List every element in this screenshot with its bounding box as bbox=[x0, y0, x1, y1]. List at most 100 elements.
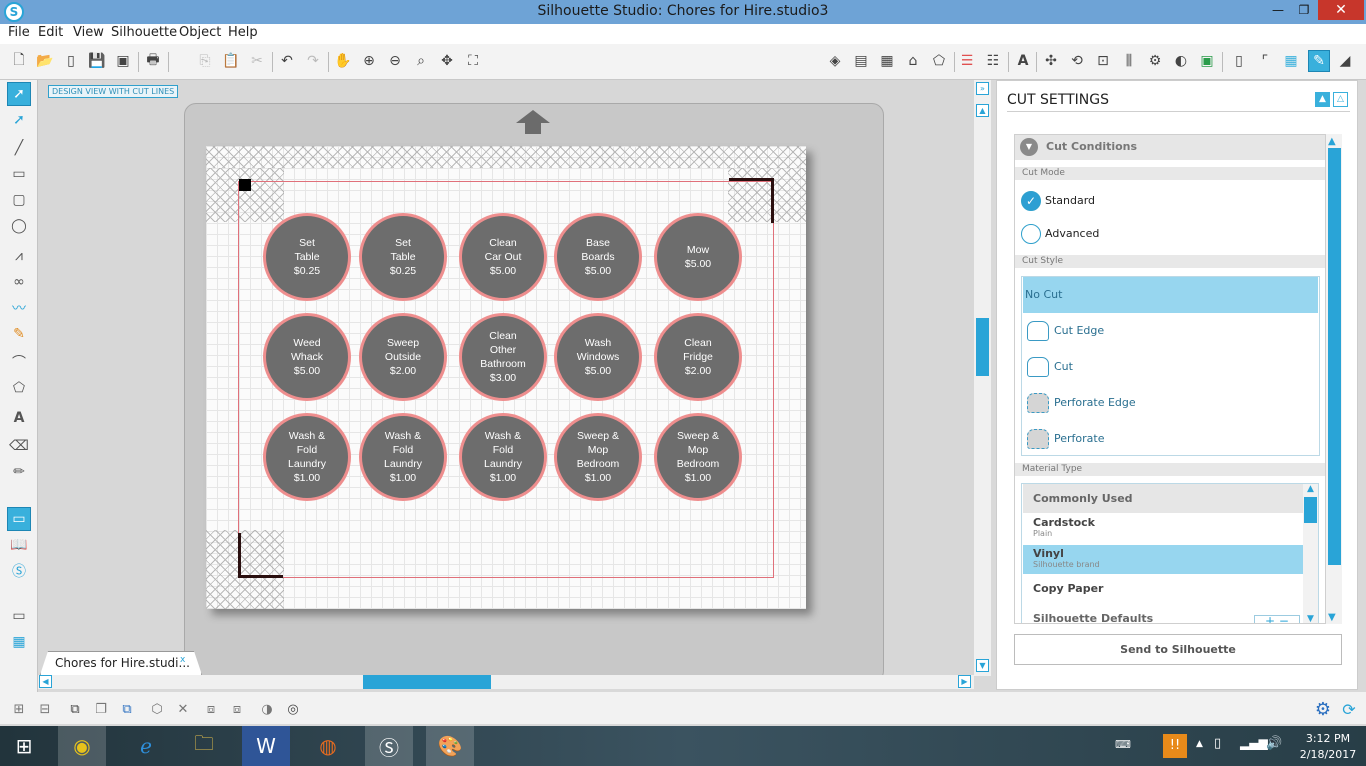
ungroup-icon[interactable]: ⊟ bbox=[34, 698, 56, 720]
chore-circle[interactable]: Wash & Fold Laundry $1.00 bbox=[459, 413, 547, 501]
paste-icon[interactable]: 📋 bbox=[220, 50, 242, 72]
chore-circle[interactable]: Wash & Fold Laundry $1.00 bbox=[263, 413, 351, 501]
collapse-section-icon[interactable]: ▼ bbox=[1020, 138, 1038, 156]
chore-circle[interactable]: Sweep & Mop Bedroom $1.00 bbox=[554, 413, 642, 501]
chore-circle[interactable]: Weed Whack $5.00 bbox=[263, 313, 351, 401]
material-vinyl[interactable]: Vinyl Silhouette brand bbox=[1023, 545, 1303, 574]
volume-icon[interactable]: 🔊 bbox=[1266, 736, 1282, 751]
cut-settings-scrollbar[interactable]: ▲ ▼ bbox=[1326, 134, 1342, 624]
scroll-up-arrow-icon[interactable]: ▲ bbox=[976, 104, 989, 117]
panel-float-icon[interactable]: △ bbox=[1333, 92, 1348, 107]
scroll-right-arrow-icon[interactable]: ▶ bbox=[958, 675, 971, 688]
advanced-mode-label[interactable]: Advanced bbox=[1045, 227, 1099, 240]
group-icon[interactable]: ⊞ bbox=[8, 698, 30, 720]
split-view-icon[interactable]: ▦ bbox=[7, 630, 31, 654]
registration-marks-icon[interactable]: ⌜ bbox=[1254, 50, 1276, 72]
sync-icon[interactable]: ⟳ bbox=[1338, 698, 1360, 720]
concentric-icon[interactable]: ◎ bbox=[282, 698, 304, 720]
copy-icon[interactable]: ⎘ bbox=[194, 50, 216, 72]
send-icon[interactable]: ◢ bbox=[1334, 50, 1356, 72]
horizontal-scrollbar[interactable]: ◀ ▶ bbox=[38, 675, 974, 689]
add-remove-material-icon[interactable]: + − bbox=[1254, 615, 1300, 623]
polygon-tool-icon[interactable]: ⩘ bbox=[7, 244, 31, 268]
notification-app-icon[interactable]: !! bbox=[1163, 734, 1187, 758]
open-folder-icon[interactable]: 📂 bbox=[34, 50, 56, 72]
rectangle-tool-icon[interactable]: ▭ bbox=[7, 162, 31, 186]
text-tool-icon[interactable]: A bbox=[7, 406, 31, 430]
line-style-icon[interactable]: ⬠ bbox=[928, 50, 950, 72]
material-scroll-thumb[interactable] bbox=[1304, 497, 1317, 523]
menu-view[interactable]: View bbox=[73, 25, 104, 40]
drag-zoom-icon[interactable]: ✥ bbox=[436, 50, 458, 72]
material-scroll-up-icon[interactable]: ▲ bbox=[1304, 484, 1317, 496]
scroll-down-arrow-icon[interactable]: ▼ bbox=[976, 659, 989, 672]
select-arrow-icon[interactable]: ➚ bbox=[7, 82, 31, 106]
grid-icon[interactable]: ▦ bbox=[1280, 50, 1302, 72]
zoom-selection-icon[interactable]: ⌕ bbox=[410, 50, 432, 72]
file-explorer-icon[interactable]: 🗀 bbox=[180, 726, 228, 766]
modify-icon[interactable]: ◐ bbox=[1170, 50, 1192, 72]
pencil-tool-icon[interactable]: ✎ bbox=[7, 322, 31, 346]
keyboard-icon[interactable]: ⌨ bbox=[1115, 738, 1131, 751]
pentagon-tool-icon[interactable]: ⬠ bbox=[7, 376, 31, 400]
library-book-icon[interactable]: 📖 bbox=[7, 533, 31, 557]
chore-circle[interactable]: Wash & Fold Laundry $1.00 bbox=[359, 413, 447, 501]
knife-tool-icon[interactable]: ✏ bbox=[7, 460, 31, 484]
word-icon[interactable]: W bbox=[242, 726, 290, 766]
vertical-scroll-thumb[interactable] bbox=[976, 318, 989, 376]
release-compound-icon[interactable]: ❐ bbox=[90, 698, 112, 720]
chore-circle[interactable]: Set Table $0.25 bbox=[263, 213, 351, 301]
menu-silhouette[interactable]: Silhouette bbox=[111, 25, 177, 40]
cut-scissors-icon[interactable]: ✂ bbox=[246, 50, 268, 72]
maximize-button[interactable]: ❐ bbox=[1290, 0, 1318, 20]
settings-scroll-down-icon[interactable]: ▼ bbox=[1328, 612, 1336, 623]
internet-explorer-icon[interactable]: ℯ bbox=[122, 726, 170, 766]
print-icon[interactable]: 🖶 bbox=[142, 50, 164, 72]
cut-style-cut[interactable]: Cut bbox=[1023, 349, 1318, 385]
chore-circle[interactable]: Set Table $0.25 bbox=[359, 213, 447, 301]
zoom-out-icon[interactable]: ⊖ bbox=[384, 50, 406, 72]
line-tool-icon[interactable]: ╱ bbox=[7, 136, 31, 160]
menu-help[interactable]: Help bbox=[228, 25, 258, 40]
material-cardstock[interactable]: Cardstock Plain bbox=[1023, 516, 1303, 544]
replicate-icon[interactable]: ⚙ bbox=[1144, 50, 1166, 72]
fit-to-window-icon[interactable]: ⛶ bbox=[462, 50, 484, 72]
rounded-rectangle-tool-icon[interactable]: ▢ bbox=[7, 188, 31, 212]
paint-icon[interactable]: 🎨 bbox=[426, 726, 474, 766]
shapes-icon[interactable]: ◑ bbox=[256, 698, 278, 720]
menu-object[interactable]: Object bbox=[179, 25, 221, 40]
scale-icon[interactable]: ⊡ bbox=[1092, 50, 1114, 72]
rotate-icon[interactable]: ⟲ bbox=[1066, 50, 1088, 72]
document-tab-close-icon[interactable]: x bbox=[180, 655, 185, 665]
fill-pattern-icon[interactable]: ▦ bbox=[876, 50, 898, 72]
chore-circle[interactable]: Sweep Outside $2.00 bbox=[359, 313, 447, 401]
chrome-icon[interactable]: ◉ bbox=[58, 726, 106, 766]
undo-icon[interactable]: ↶ bbox=[276, 50, 298, 72]
minimize-button[interactable]: — bbox=[1264, 0, 1292, 20]
ellipse-tool-icon[interactable]: ◯ bbox=[7, 214, 31, 238]
silhouette-store-icon[interactable]: Ⓢ bbox=[7, 559, 31, 583]
bring-forward-icon[interactable]: ⧈ bbox=[200, 698, 222, 720]
delete-icon[interactable]: ✕ bbox=[172, 698, 194, 720]
make-compound-path-icon[interactable]: ⧉ bbox=[64, 698, 86, 720]
cut-style-no-cut[interactable]: No Cut bbox=[1023, 277, 1318, 313]
settings-scroll-up-icon[interactable]: ▲ bbox=[1328, 136, 1336, 147]
chore-circle[interactable]: Base Boards $5.00 bbox=[554, 213, 642, 301]
close-button[interactable]: ✕ bbox=[1318, 0, 1364, 20]
pan-hand-icon[interactable]: ✋ bbox=[332, 50, 354, 72]
material-list-scrollbar[interactable]: ▲ ▼ bbox=[1303, 484, 1318, 623]
eraser-tool-icon[interactable]: ⌫ bbox=[7, 434, 31, 458]
cut-conditions-header[interactable]: ▼ Cut Conditions bbox=[1015, 135, 1325, 160]
material-copy-paper[interactable]: Copy Paper bbox=[1023, 582, 1303, 602]
scroll-left-arrow-icon[interactable]: ◀ bbox=[39, 675, 52, 688]
single-view-icon[interactable]: ▭ bbox=[7, 604, 31, 628]
fill-color-icon[interactable]: ◈ bbox=[824, 50, 846, 72]
chore-circle[interactable]: Wash Windows $5.00 bbox=[554, 313, 642, 401]
transform-icon[interactable]: ✣ bbox=[1040, 50, 1062, 72]
panel-expand-icon[interactable]: ▲ bbox=[1315, 92, 1330, 107]
chore-circle[interactable]: Mow $5.00 bbox=[654, 213, 742, 301]
panel-collapse-icon[interactable]: » bbox=[976, 82, 989, 95]
move-icon[interactable]: ⫼ bbox=[1118, 50, 1140, 72]
show-hidden-icons-icon[interactable]: ▲ bbox=[1196, 739, 1203, 749]
settings-gear-icon[interactable]: ⚙ bbox=[1312, 698, 1334, 720]
